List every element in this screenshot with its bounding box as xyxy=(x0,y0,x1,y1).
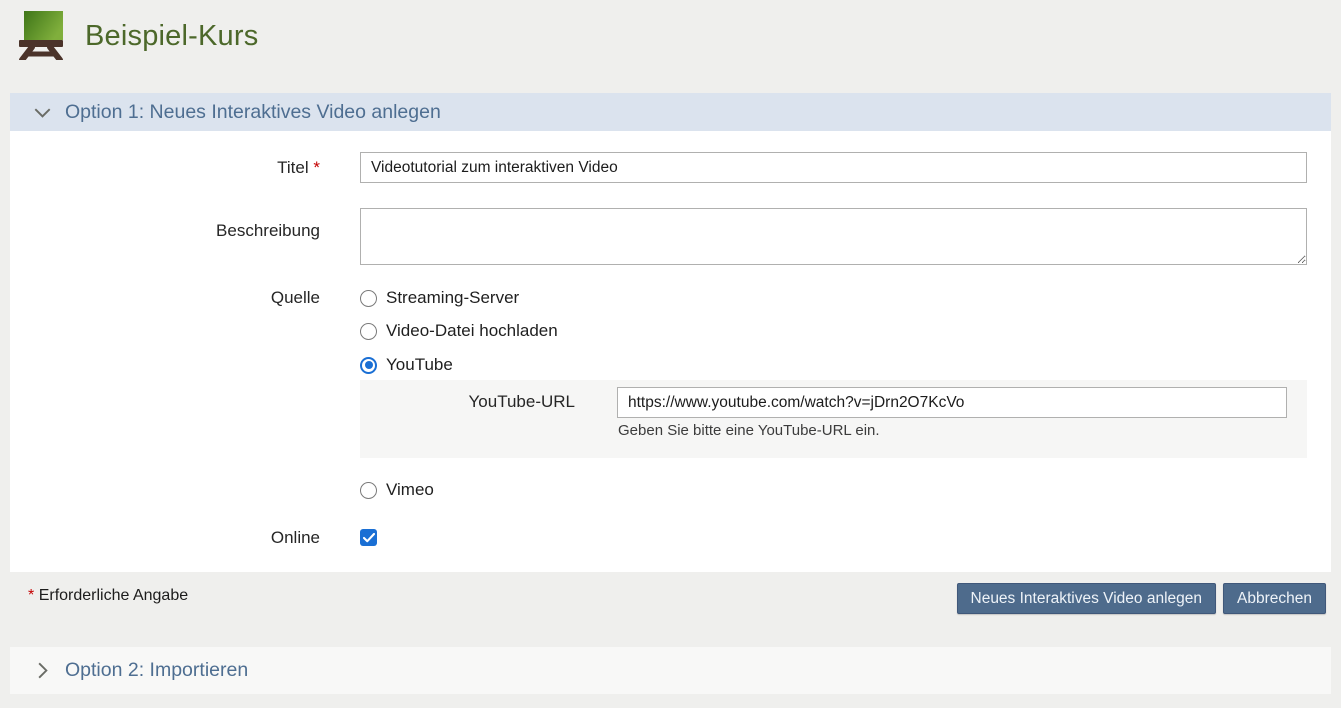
radio-video-datei-hochladen[interactable]: Video-Datei hochladen xyxy=(360,320,558,342)
cancel-button[interactable]: Abbrechen xyxy=(1223,583,1326,614)
radio-streaming-server[interactable]: Streaming-Server xyxy=(360,287,519,309)
youtube-url-hint: Geben Sie bitte eine YouTube-URL ein. xyxy=(618,422,880,439)
quelle-label: Quelle xyxy=(10,287,320,309)
required-asterisk: * xyxy=(28,587,34,604)
submit-button[interactable]: Neues Interaktives Video anlegen xyxy=(957,583,1217,614)
radio-unchecked-icon[interactable] xyxy=(360,482,377,499)
youtube-url-panel: YouTube-URL Geben Sie bitte eine YouTube… xyxy=(360,380,1307,458)
radio-label: Video-Datei hochladen xyxy=(386,321,558,341)
form-button-bar: Neues Interaktives Video anlegen Abbrech… xyxy=(957,583,1327,614)
page-title: Beispiel-Kurs xyxy=(85,20,258,53)
youtube-url-label: YouTube-URL xyxy=(360,392,575,412)
radio-checked-icon[interactable] xyxy=(360,357,377,374)
radio-label: Streaming-Server xyxy=(386,288,519,308)
section-option1-header[interactable]: Option 1: Neues Interaktives Video anleg… xyxy=(10,93,1331,132)
easel-blackboard-icon xyxy=(17,10,65,60)
chevron-down-icon xyxy=(31,101,54,124)
section-option2-header[interactable]: Option 2: Importieren xyxy=(10,647,1331,694)
page-header: Beispiel-Kurs xyxy=(0,0,1341,85)
required-asterisk: * xyxy=(313,158,320,177)
beschreibung-textarea[interactable] xyxy=(360,208,1307,265)
radio-unchecked-icon[interactable] xyxy=(360,323,377,340)
youtube-url-input[interactable] xyxy=(617,387,1287,418)
checkmark-icon xyxy=(363,533,375,543)
radio-vimeo[interactable]: Vimeo xyxy=(360,479,434,501)
titel-label: Titel * xyxy=(10,157,320,179)
online-label: Online xyxy=(10,527,320,549)
required-note: * Erforderliche Angabe xyxy=(28,587,188,605)
new-interactive-video-form: Titel * Beschreibung Quelle Streaming-Se… xyxy=(10,131,1331,572)
beschreibung-label: Beschreibung xyxy=(10,220,320,242)
radio-label: Vimeo xyxy=(386,480,434,500)
section-option1-title: Option 1: Neues Interaktives Video anleg… xyxy=(65,101,441,124)
radio-unchecked-icon[interactable] xyxy=(360,290,377,307)
radio-label: YouTube xyxy=(386,355,453,375)
titel-input[interactable] xyxy=(360,152,1307,183)
radio-youtube[interactable]: YouTube xyxy=(360,354,453,376)
online-checkbox-checked[interactable] xyxy=(360,529,377,546)
section-option2-title: Option 2: Importieren xyxy=(65,659,248,682)
chevron-right-icon xyxy=(31,659,54,682)
